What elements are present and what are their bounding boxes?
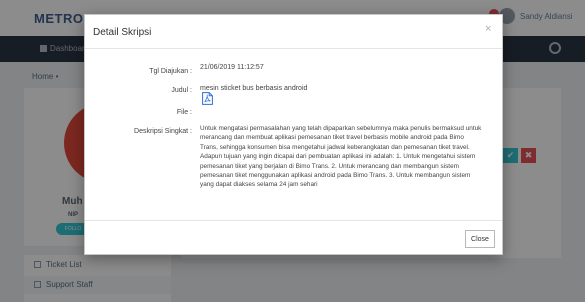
file-label: File : [176, 109, 192, 116]
detail-skripsi-modal: Detail Skripsi × Tgl Diajukan : 21/06/20… [84, 14, 503, 255]
tgl-diajukan-value: 21/06/2019 11:12:57 [200, 64, 264, 71]
close-button[interactable]: Close [465, 230, 495, 248]
close-icon[interactable]: × [485, 23, 491, 35]
deskripsi-value: Untuk mengatasi permasalahan yang telah … [200, 125, 482, 189]
pdf-file-icon[interactable] [202, 92, 213, 105]
modal-footer: Close [85, 220, 502, 254]
modal-header: Detail Skripsi × [85, 15, 502, 49]
deskripsi-label: Deskripsi Singkat : [134, 128, 192, 135]
modal-title: Detail Skripsi [93, 27, 152, 38]
judul-value: mesin sticket bus berbasis android [200, 85, 308, 92]
tgl-diajukan-label: Tgl Diajukan : [149, 68, 192, 75]
judul-label: Judul : [171, 87, 192, 94]
